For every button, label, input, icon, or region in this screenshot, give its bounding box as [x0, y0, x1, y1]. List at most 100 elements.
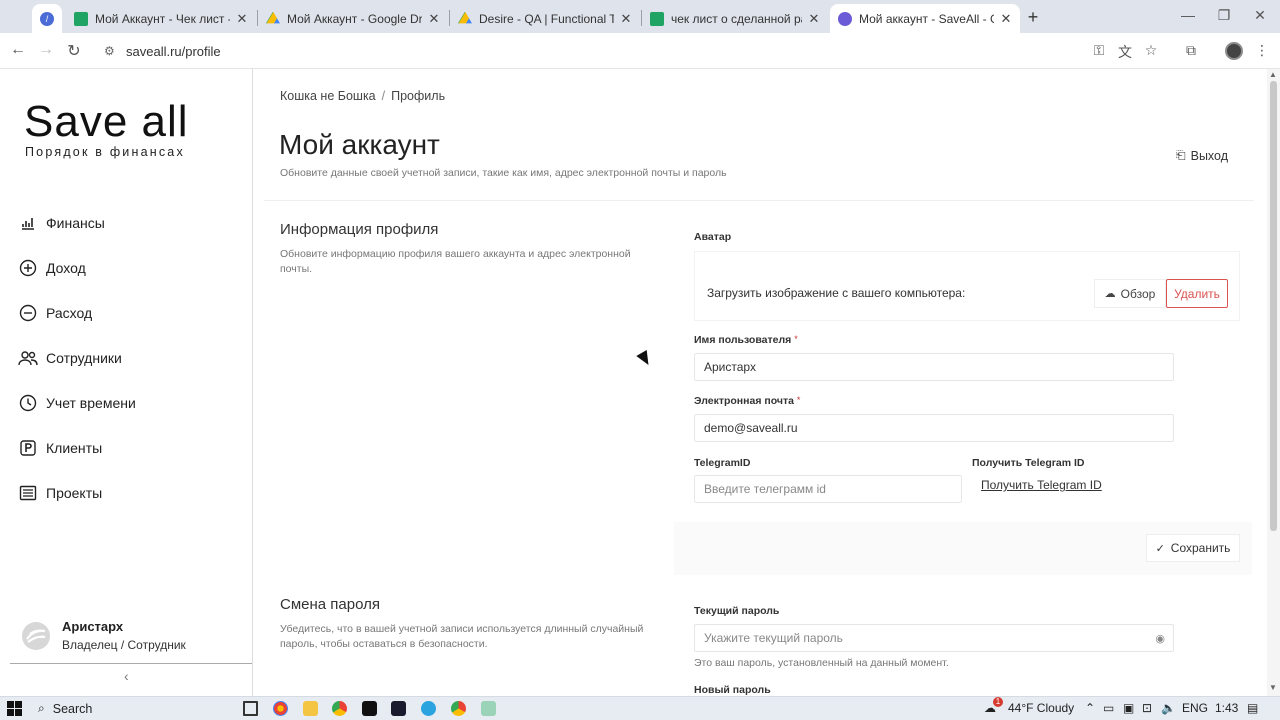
windows-taskbar: ⌕ Search ☁ 1 44°F Cloudy ⌃ ▭ ▣ ⊡ 🔈 ENG 1…: [0, 696, 1280, 720]
windows-start-icon[interactable]: [7, 701, 22, 716]
check-circle-icon: ✓: [1155, 542, 1165, 555]
menu-kebab-icon[interactable]: ⋮: [1253, 42, 1271, 59]
browse-button[interactable]: ☁ Обзор: [1094, 279, 1166, 308]
extensions-icon[interactable]: ⧉: [1182, 42, 1200, 59]
email-field[interactable]: demo@saveall.ru: [694, 414, 1174, 442]
sidebar-item-label: Расход: [46, 305, 93, 321]
sidebar-item-employees[interactable]: Сотрудники: [18, 346, 122, 370]
reload-icon[interactable]: ↻: [64, 41, 84, 61]
eye-icon[interactable]: ◉: [1155, 632, 1165, 645]
browser-tab-1[interactable]: Мой Аккаунт - Google Drive ✕: [258, 4, 448, 33]
browser-tab-2[interactable]: Desire - QA | Functional Testing ✕: [450, 4, 640, 33]
scroll-up-icon[interactable]: ▲: [1269, 70, 1277, 79]
current-password-note: Это ваш пароль, установленный на данный …: [694, 657, 949, 669]
breadcrumb-separator: /: [381, 89, 386, 103]
logout-icon: ⎗: [1176, 148, 1186, 162]
weather-text[interactable]: 44°F Cloudy: [1008, 701, 1074, 715]
restore-icon[interactable]: ❐: [1214, 7, 1234, 24]
required-marker: *: [794, 334, 798, 344]
url-field[interactable]: ⚙ saveall.ru/profile: [98, 37, 1168, 65]
scrollbar-thumb[interactable]: [1270, 81, 1277, 531]
telegram-id-input[interactable]: Введите телеграмм id: [694, 475, 962, 503]
user-avatar[interactable]: [22, 622, 50, 650]
breadcrumb: Кошка не Бошка / Профиль: [280, 89, 445, 103]
language-indicator[interactable]: ENG: [1182, 701, 1208, 715]
browser-tab-0[interactable]: Мой Аккаунт - Чек лист - Goo ✕: [66, 4, 256, 33]
sidebar-item-label: Сотрудники: [46, 350, 122, 366]
get-telegram-link[interactable]: Получить Telegram ID: [981, 478, 1102, 492]
browser-tab-3[interactable]: чек лист о сделанной работе ✕: [642, 4, 828, 33]
battery-icon[interactable]: ▭: [1103, 701, 1114, 715]
telegram-label: TelegramID: [694, 457, 751, 469]
sidebar-item-time-tracking[interactable]: Учет времени: [18, 391, 136, 415]
logout-label: Выход: [1190, 148, 1229, 163]
close-icon[interactable]: ✕: [236, 11, 248, 27]
breadcrumb-item-profile: Профиль: [391, 89, 446, 103]
back-icon[interactable]: ←: [8, 41, 28, 59]
collapse-sidebar-icon[interactable]: ‹: [124, 668, 129, 684]
bookmark-star-icon[interactable]: ☆: [1142, 42, 1160, 59]
close-window-icon[interactable]: ✕: [1250, 7, 1270, 24]
plus-circle-icon: [18, 258, 38, 278]
avatar-label: Аватар: [694, 231, 732, 243]
minimize-icon[interactable]: —: [1178, 7, 1198, 23]
translate-icon[interactable]: 文: [1116, 42, 1134, 62]
required-marker: *: [796, 395, 801, 405]
sidebar-item-label: Проекты: [46, 485, 103, 501]
notepad-icon[interactable]: [481, 701, 496, 716]
current-password-input[interactable]: Укажите текущий пароль ◉: [694, 624, 1174, 652]
sidebar-item-projects[interactable]: Проекты: [18, 481, 102, 505]
file-explorer-icon[interactable]: [303, 701, 318, 716]
email-label-text: Электронная почта: [694, 395, 794, 407]
copilot-icon[interactable]: [273, 701, 288, 716]
scroll-down-icon[interactable]: ▼: [1269, 683, 1277, 692]
close-icon[interactable]: ✕: [1000, 11, 1012, 27]
tab-title: Мой аккаунт - SaveAll - Googl: [859, 11, 994, 26]
network-icon[interactable]: ⊡: [1142, 701, 1152, 715]
notification-center-icon[interactable]: ▤: [1247, 701, 1258, 715]
password-section-title: Смена пароля: [280, 596, 380, 613]
site-info-icon[interactable]: ⚙: [104, 44, 118, 58]
clock-time[interactable]: 1:43: [1215, 701, 1238, 715]
username-field[interactable]: Аристарх: [694, 353, 1174, 381]
close-icon[interactable]: ✕: [808, 11, 820, 27]
intellij-icon[interactable]: [391, 701, 406, 716]
tab-pinned[interactable]: /: [32, 4, 62, 33]
password-key-icon[interactable]: ⚿: [1090, 42, 1108, 59]
divider: [264, 200, 1254, 201]
pinned-tab-icon: /: [40, 11, 54, 26]
chrome-profile-icon[interactable]: [451, 701, 466, 716]
close-icon[interactable]: ✕: [620, 11, 632, 27]
scrollbar[interactable]: ▲ ▼: [1267, 69, 1280, 696]
sidebar-item-clients[interactable]: Клиенты: [18, 436, 102, 460]
delete-avatar-button[interactable]: Удалить: [1166, 279, 1228, 308]
pycharm-icon[interactable]: [362, 701, 377, 716]
sidebar-item-finances[interactable]: Финансы: [18, 211, 105, 235]
telegram-icon[interactable]: [421, 701, 436, 716]
task-view-icon[interactable]: [243, 701, 258, 716]
logo-title[interactable]: Save all: [24, 97, 189, 147]
forward-icon[interactable]: →: [36, 41, 56, 59]
close-icon[interactable]: ✕: [428, 11, 440, 27]
chevron-up-icon[interactable]: ⌃: [1085, 701, 1095, 715]
page-title: Мой аккаунт: [279, 129, 440, 160]
profile-section-description: Обновите информацию профиля вашего аккау…: [280, 248, 631, 275]
profile-section-title: Информация профиля: [280, 221, 439, 238]
browser-tab-active[interactable]: Мой аккаунт - SaveAll - Googl ✕: [830, 4, 1020, 33]
sidebar-item-expense[interactable]: Расход: [18, 301, 92, 325]
current-password-label: Текущий пароль: [694, 605, 780, 617]
breadcrumb-item-company[interactable]: Кошка не Бошка: [280, 89, 376, 103]
save-button[interactable]: ✓ Сохранить: [1146, 534, 1240, 562]
taskbar-search[interactable]: ⌕ Search: [38, 701, 92, 716]
saveall-favicon-icon: [838, 11, 852, 26]
list-icon: [18, 483, 38, 503]
chrome-icon[interactable]: [332, 701, 347, 716]
volume-icon[interactable]: 🔈: [1161, 701, 1176, 715]
app-tray-icon[interactable]: ▣: [1123, 701, 1134, 715]
sidebar-item-income[interactable]: Доход: [18, 256, 86, 280]
logout-button[interactable]: ⎗ Выход: [1176, 148, 1228, 163]
browser-profile-avatar[interactable]: [1225, 42, 1243, 60]
new-tab-icon[interactable]: +: [1024, 7, 1042, 28]
taskbar-search-label: Search: [52, 701, 93, 716]
delete-label: Удалить: [1174, 286, 1220, 301]
